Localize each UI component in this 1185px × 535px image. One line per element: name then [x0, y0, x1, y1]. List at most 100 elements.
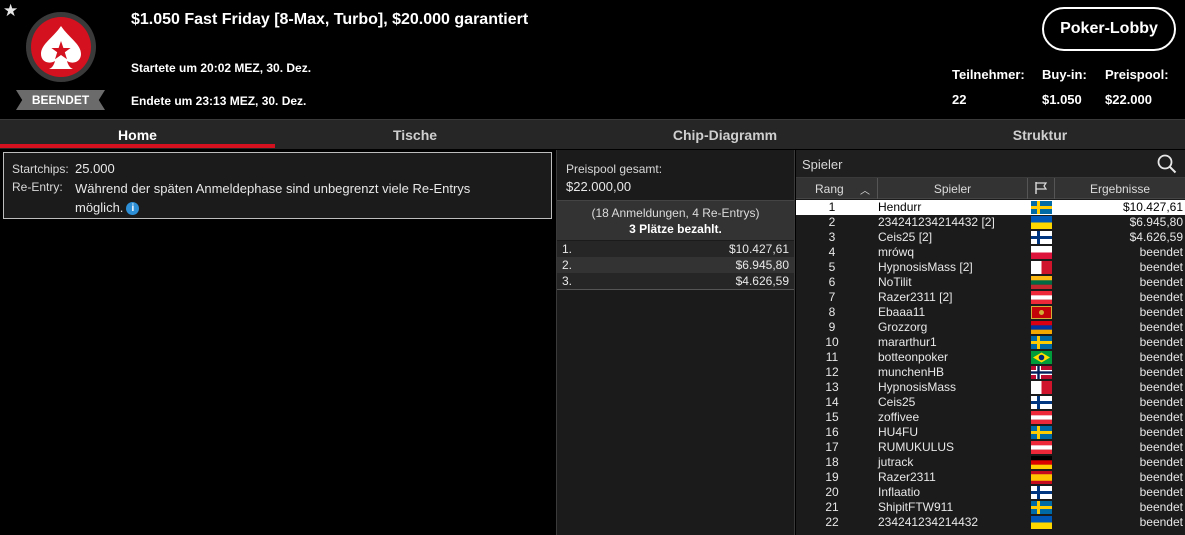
player-row[interactable]: 7 Razer2311 [2] beendet: [796, 290, 1185, 305]
player-row[interactable]: 18 jutrack beendet: [796, 455, 1185, 470]
ukraine-flag-icon: [1031, 216, 1052, 230]
norway-flag-icon: [1031, 366, 1052, 379]
player-result: beendet: [1139, 410, 1183, 424]
germany-flag-icon: [1031, 456, 1052, 470]
prizepool-total-value: $22.000,00: [566, 179, 632, 194]
sweden-flag-icon: [1031, 336, 1052, 349]
search-icon[interactable]: [1157, 154, 1177, 174]
poland-flag-icon: [1031, 246, 1052, 260]
column-player[interactable]: Spieler: [878, 178, 1028, 199]
pokerstars-logo: [26, 12, 96, 82]
player-rank: 10: [825, 335, 839, 349]
player-name: munchenHB: [878, 365, 945, 379]
player-name: mrówq: [878, 245, 915, 259]
player-row[interactable]: 9 Grozzorg beendet: [796, 320, 1185, 335]
tab-chip-chart[interactable]: Chip-Diagramm: [555, 120, 895, 150]
player-result: beendet: [1139, 440, 1183, 454]
player-row[interactable]: 10 mararthur1 beendet: [796, 335, 1185, 350]
player-result: beendet: [1139, 515, 1183, 529]
status-badge: BEENDET: [16, 90, 105, 110]
player-row[interactable]: 11 botteonpoker beendet: [796, 350, 1185, 365]
player-rank: 17: [825, 440, 839, 454]
player-name: Razer2311 [2]: [878, 290, 953, 304]
prizepool-value: $22.000: [1105, 92, 1152, 107]
poker-lobby-button[interactable]: Poker-Lobby: [1042, 7, 1176, 51]
payout-amount: $6.945,80: [735, 258, 789, 272]
player-row[interactable]: 14 Ceis25 beendet: [796, 395, 1185, 410]
sort-ascending-icon[interactable]: ︿: [860, 182, 870, 197]
player-rank: 5: [828, 260, 836, 274]
player-row[interactable]: 5 HypnosisMass [2] beendet: [796, 260, 1185, 275]
start-time: Startete um 20:02 MEZ, 30. Dez.: [131, 61, 312, 75]
player-row[interactable]: 6 NoTilit beendet: [796, 275, 1185, 290]
player-name: RUMUKULUS: [878, 440, 955, 454]
player-result: beendet: [1139, 365, 1183, 379]
player-rank: 7: [828, 290, 836, 304]
player-result: beendet: [1139, 245, 1183, 259]
players-table-header: Rang ︿ Spieler Ergebnisse: [796, 178, 1185, 199]
player-row[interactable]: 20 Inflaatio beendet: [796, 485, 1185, 500]
player-search-input[interactable]: [802, 154, 1142, 174]
info-icon[interactable]: i: [126, 202, 140, 216]
column-result[interactable]: Ergebnisse: [1055, 178, 1185, 199]
player-row[interactable]: 2 234241234214432 [2] $6.945,80: [796, 215, 1185, 230]
player-rank: 8: [828, 305, 836, 319]
player-row[interactable]: 4 mrówq beendet: [796, 245, 1185, 260]
player-name: Ceis25 [2]: [878, 230, 933, 244]
player-name: HypnosisMass [2]: [878, 260, 973, 274]
payout-row: 1. $10.427,61: [557, 241, 794, 257]
player-name: Grozzorg: [878, 320, 928, 334]
player-row[interactable]: 17 RUMUKULUS beendet: [796, 440, 1185, 455]
austria-flag-icon: [1031, 291, 1052, 305]
finland-flag-icon: [1031, 231, 1052, 244]
player-row[interactable]: 12 munchenHB beendet: [796, 365, 1185, 380]
player-rank: 9: [828, 320, 836, 334]
brazil-flag-icon: [1031, 351, 1052, 364]
tournament-title: $1.050 Fast Friday [8-Max, Turbo], $20.0…: [131, 11, 529, 28]
player-result: beendet: [1139, 275, 1183, 289]
payout-amount: $4.626,59: [735, 274, 789, 288]
player-name: NoTilit: [878, 275, 912, 289]
participants-value: 22: [952, 92, 967, 107]
tab-structure[interactable]: Struktur: [895, 120, 1185, 150]
payout-position: 2.: [562, 258, 573, 272]
player-row[interactable]: 15 zoffivee beendet: [796, 410, 1185, 425]
finland-flag-icon: [1031, 486, 1052, 499]
player-name: 234241234214432 [2]: [878, 215, 995, 229]
player-name: zoffivee: [878, 410, 920, 424]
tournament-info-box: Startchips: 25.000 Re-Entry: Während der…: [3, 152, 552, 219]
players-table-body: 1 Hendurr $10.427,61 2 234241234214432 [2] $6…: [796, 200, 1185, 530]
player-rank: 11: [825, 350, 839, 364]
column-country[interactable]: [1028, 178, 1055, 199]
player-name: jutrack: [878, 455, 914, 469]
player-rank: 4: [828, 245, 836, 259]
favorite-star-icon[interactable]: ★: [3, 2, 18, 19]
prize-summary: (18 Anmeldungen, 4 Re-Entrys) 3 Plätze b…: [557, 200, 794, 240]
player-name: HypnosisMass: [878, 380, 957, 394]
player-row[interactable]: 22 234241234214432 beendet: [796, 515, 1185, 530]
player-name: Hendurr: [878, 200, 922, 214]
player-row[interactable]: 1 Hendurr $10.427,61: [796, 200, 1185, 215]
tab-tables[interactable]: Tische: [275, 120, 555, 150]
player-row[interactable]: 13 HypnosisMass beendet: [796, 380, 1185, 395]
player-rank: 21: [825, 500, 839, 514]
player-row[interactable]: 19 Razer2311 beendet: [796, 470, 1185, 485]
player-name: ShipitFTW911: [878, 500, 954, 514]
player-result: beendet: [1139, 320, 1183, 334]
active-tab-indicator: [0, 144, 275, 148]
player-name: Razer2311: [878, 470, 936, 484]
player-rank: 19: [825, 470, 839, 484]
participants-label: Teilnehmer:: [952, 67, 1025, 82]
payout-row: 3. $4.626,59: [557, 273, 794, 289]
player-rank: 2: [828, 215, 836, 229]
player-row[interactable]: 3 Ceis25 [2] $4.626,59: [796, 230, 1185, 245]
player-search-bar: [796, 150, 1185, 178]
prizepool-label: Preispool:: [1105, 67, 1169, 82]
player-result: $4.626,59: [1129, 230, 1183, 244]
player-rank: 3: [828, 230, 836, 244]
flag-icon: [1035, 182, 1048, 194]
player-row[interactable]: 21 ShipitFTW911 beendet: [796, 500, 1185, 515]
player-row[interactable]: 8 Ebaaa11 beendet: [796, 305, 1185, 320]
player-result: beendet: [1139, 500, 1183, 514]
player-row[interactable]: 16 HU4FU beendet: [796, 425, 1185, 440]
